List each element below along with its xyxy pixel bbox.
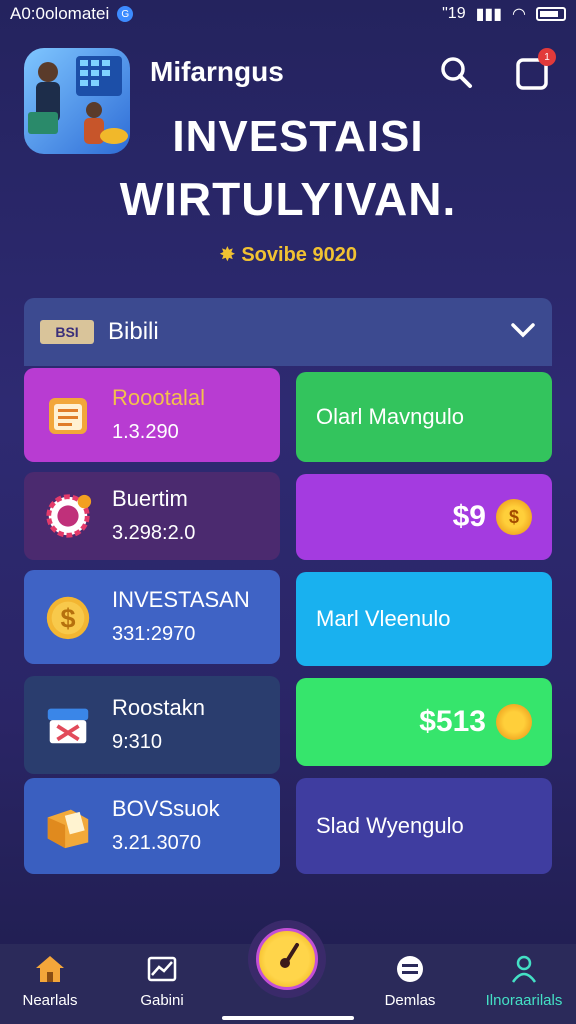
home-indicator xyxy=(222,1016,354,1020)
nav-label: Ilnoraarilals xyxy=(485,992,563,1009)
investment-card-3[interactable]: $ INVESTASAN 331:2970 xyxy=(24,570,280,664)
bank-icon xyxy=(42,699,94,751)
nav-item-4[interactable]: Ilnoraarilals xyxy=(474,952,574,1009)
card-title: INVESTASAN xyxy=(112,587,250,612)
offer-card-1[interactable]: Olarl Mavngulo xyxy=(296,372,552,462)
menu-circle-icon xyxy=(393,952,427,986)
dollar-coin-icon: $ xyxy=(42,591,94,643)
nav-item-1[interactable]: Nearlals xyxy=(0,952,100,1009)
card-title: BOVSsuok xyxy=(112,796,220,821)
svg-text:$: $ xyxy=(61,604,76,634)
search-icon[interactable] xyxy=(438,54,474,90)
dropdown-chip: BSI xyxy=(40,320,94,344)
offer-text: $513 xyxy=(419,705,486,738)
person-icon xyxy=(507,952,541,986)
offer-text: Marl Vleenulo xyxy=(316,606,451,631)
home-icon xyxy=(33,952,67,986)
wifi-icon: ◠ xyxy=(512,6,526,23)
status-bar: A0:0olomatei G "19 ▮▮▮ ◠ xyxy=(0,0,576,28)
battery-icon xyxy=(536,7,566,21)
notepad-icon xyxy=(42,389,94,441)
chevron-down-icon xyxy=(510,322,536,343)
card-value: 3.298:2.0 xyxy=(112,522,196,544)
nav-item-3[interactable]: Demlas xyxy=(360,952,460,1009)
center-action-button[interactable] xyxy=(248,920,326,998)
offer-card-2[interactable]: $9 $ xyxy=(296,474,552,560)
gauge-icon xyxy=(256,928,318,990)
page-title-line1: INVESTAISI xyxy=(172,112,424,161)
investment-card-1[interactable]: Roootalal 1.3.290 xyxy=(24,368,280,462)
coin-icon: $ xyxy=(496,499,532,535)
category-dropdown[interactable]: BSI Bibili xyxy=(24,298,552,366)
card-value: 331:2970 xyxy=(112,623,196,645)
app-name: Mifarngus xyxy=(150,56,284,87)
card-title: Roostakn xyxy=(112,695,205,720)
card-value: 1.3.290 xyxy=(112,421,179,443)
signal-icon: ▮▮▮ xyxy=(475,6,503,23)
dropdown-label: Bibili xyxy=(108,318,159,345)
coin-icon xyxy=(496,704,532,740)
page-title-line2: WIRTULYIVAN. xyxy=(119,173,457,225)
investment-card-4[interactable]: Roostakn 9:310 xyxy=(24,676,280,774)
g-badge-icon: G xyxy=(117,6,134,22)
investment-card-2[interactable]: Buertim 3.298:2.0 xyxy=(24,472,280,560)
notification-button[interactable]: 1 xyxy=(514,48,556,92)
box-icon xyxy=(42,800,94,852)
star-icon: ✸ xyxy=(219,244,242,266)
promo-text: ✸ Sovibe 9020 xyxy=(219,244,357,266)
offer-text: Slad Wyengulo xyxy=(316,813,464,838)
card-value: 3.21.3070 xyxy=(112,832,201,854)
offer-card-5[interactable]: Slad Wyengulo xyxy=(296,778,552,874)
status-time: A0:0olomatei xyxy=(10,4,110,23)
card-title: Buertim xyxy=(112,486,188,511)
gear-coin-icon xyxy=(42,490,94,542)
investment-card-5[interactable]: BOVSsuok 3.21.3070 xyxy=(24,778,280,874)
offer-text: Olarl Mavngulo xyxy=(316,404,464,429)
offer-text: $9 xyxy=(452,500,486,533)
nav-label: Nearlals xyxy=(22,992,78,1009)
card-title: Roootalal xyxy=(112,385,205,410)
offer-card-3[interactable]: Marl Vleenulo xyxy=(296,572,552,666)
status-right-text: "19 xyxy=(442,5,466,22)
nav-label: Gabini xyxy=(140,992,184,1009)
nav-item-2[interactable]: Gabini xyxy=(112,952,212,1009)
notification-badge: 1 xyxy=(538,48,556,66)
chart-icon xyxy=(145,952,179,986)
nav-label: Demlas xyxy=(384,992,436,1009)
card-value: 9:310 xyxy=(112,731,163,753)
offer-card-4[interactable]: $513 xyxy=(296,678,552,766)
